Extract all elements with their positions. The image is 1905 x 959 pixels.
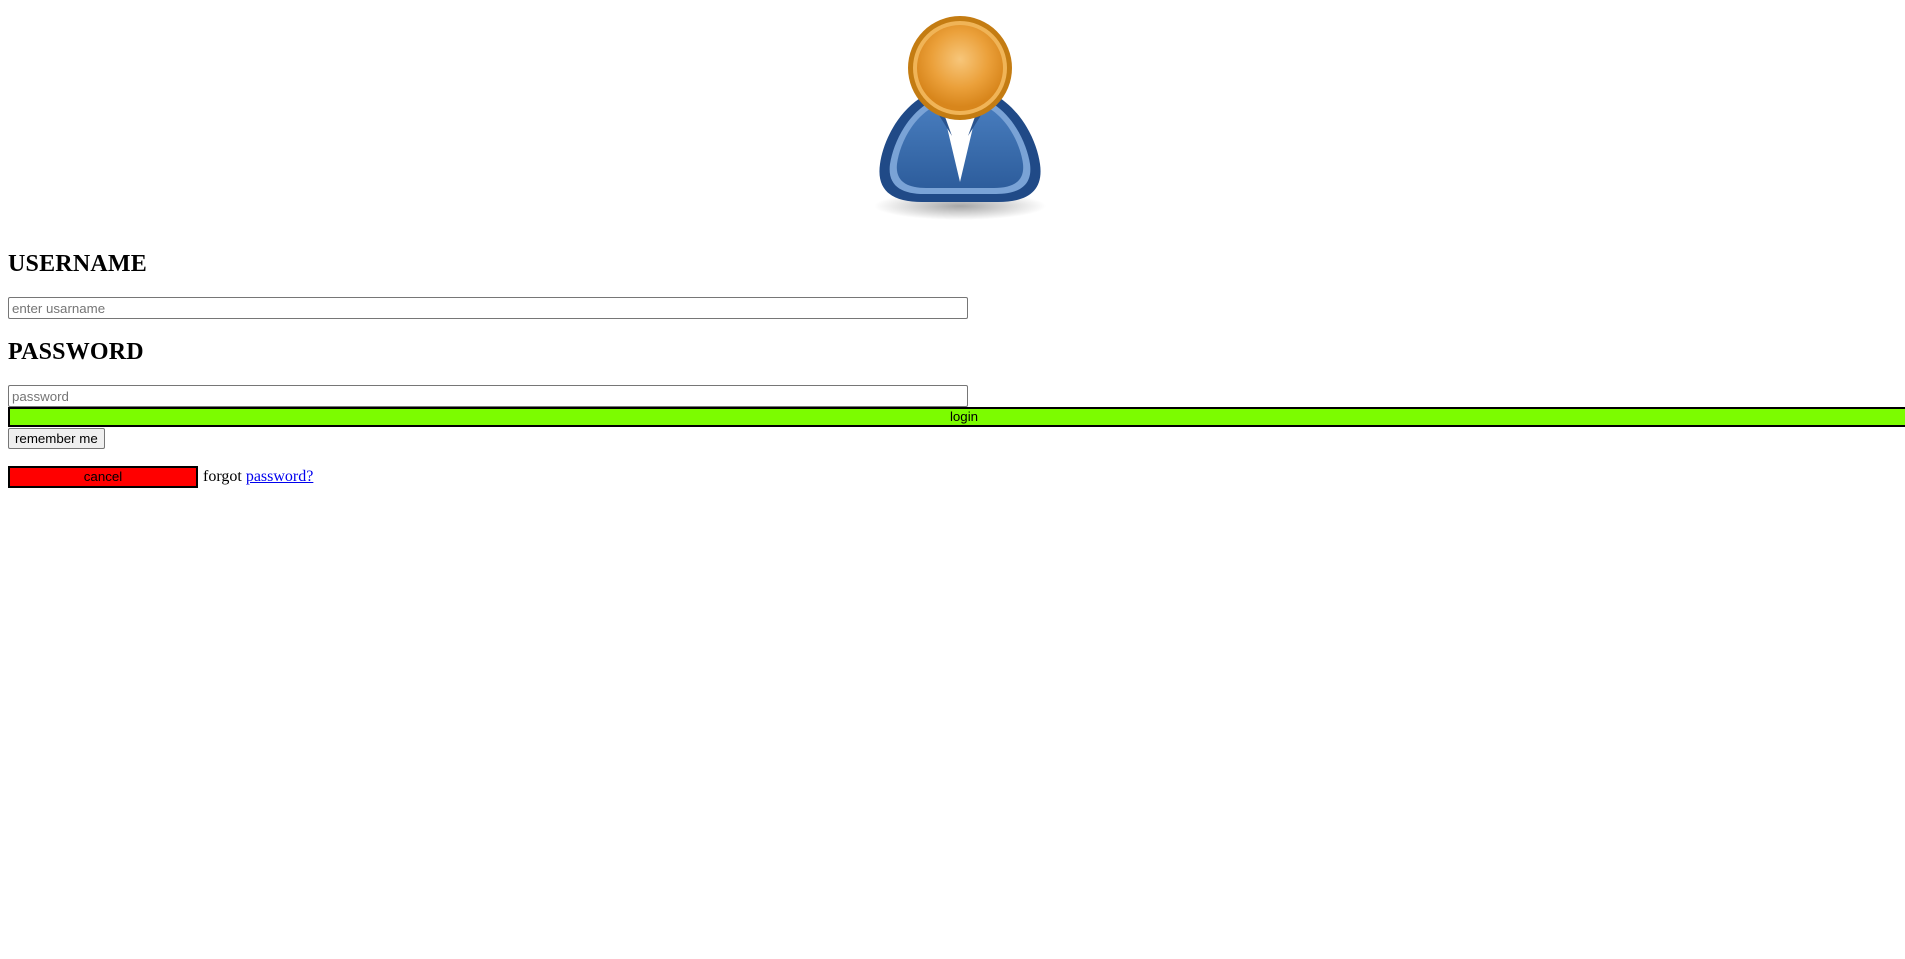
bottom-row: cancel forgot password?	[8, 466, 313, 488]
password-heading: PASSWORD	[8, 339, 144, 365]
forgot-label: forgot	[203, 468, 242, 485]
username-heading: USERNAME	[8, 251, 147, 277]
remember-me-button[interactable]: remember me	[8, 428, 105, 449]
login-button[interactable]: login	[8, 407, 1905, 427]
cancel-button[interactable]: cancel	[8, 466, 198, 488]
user-avatar-icon	[870, 14, 1054, 220]
forgot-password-link[interactable]: password?	[246, 468, 314, 486]
password-input[interactable]	[8, 385, 968, 407]
username-input[interactable]	[8, 297, 968, 319]
